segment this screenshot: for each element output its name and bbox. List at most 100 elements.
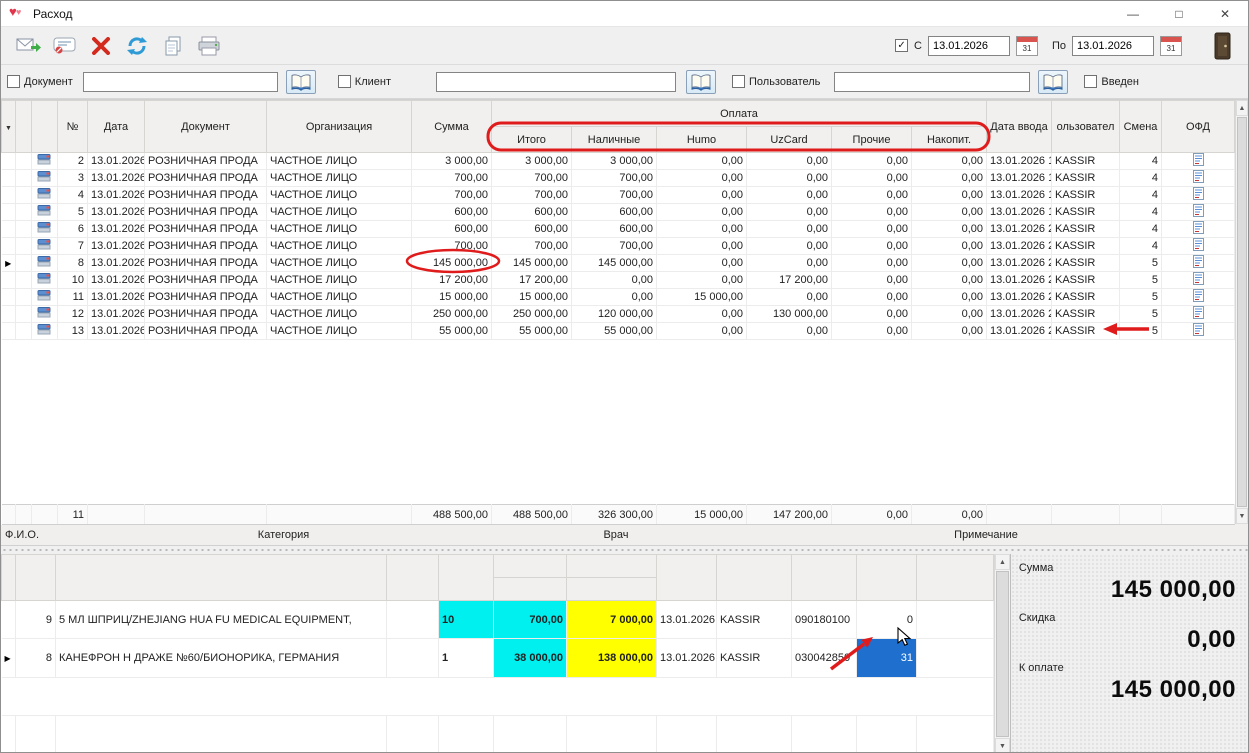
cell-summa[interactable]: 3 000,00 xyxy=(412,153,492,170)
table-row[interactable]: ▶ 12 13.01.2026 РОЗНИЧНАЯ ПРОДА xyxy=(2,306,1235,323)
cell-uzcard[interactable]: 0,00 xyxy=(747,170,832,187)
cell-check[interactable] xyxy=(16,238,32,255)
cell-doc[interactable]: РОЗНИЧНАЯ ПРОДА xyxy=(145,306,267,323)
cell-cash[interactable]: 700,00 xyxy=(572,187,657,204)
cell-humo[interactable]: 0,00 xyxy=(657,306,747,323)
cell-nakopit[interactable]: 0,00 xyxy=(912,204,987,221)
cell-uzcard[interactable]: 0,00 xyxy=(747,187,832,204)
cell-user[interactable]: KASSIR xyxy=(1052,289,1120,306)
table-row[interactable]: ▶ 8 13.01.2026 РОЗНИЧНАЯ ПРОДА Ч xyxy=(2,255,1235,272)
cell-humo[interactable]: 0,00 xyxy=(657,204,747,221)
cell-other[interactable]: 0,00 xyxy=(832,187,912,204)
cell-itogo[interactable]: 700,00 xyxy=(492,187,572,204)
cell-check[interactable] xyxy=(16,187,32,204)
client-filter-input[interactable] xyxy=(436,72,676,92)
table-row[interactable]: ▶ 3 13.01.2026 РОЗНИЧНАЯ ПРОДА Ч xyxy=(2,170,1235,187)
scroll-down-button[interactable]: ▼ xyxy=(1236,508,1248,524)
cell-humo[interactable]: 0,00 xyxy=(657,272,747,289)
cell-summa[interactable]: 250 000,00 xyxy=(412,306,492,323)
cell-qty[interactable]: 10 xyxy=(439,601,494,639)
cell-user[interactable]: KASSIR xyxy=(717,639,792,677)
cell-date[interactable]: 13.01.2026 xyxy=(88,272,145,289)
cell-itogo[interactable]: 600,00 xyxy=(492,221,572,238)
cell-date[interactable]: 13.01.2026 xyxy=(88,255,145,272)
cell-summa[interactable]: 700,00 xyxy=(412,187,492,204)
cell-org[interactable]: ЧАСТНОЕ ЛИЦО xyxy=(267,255,412,272)
cell-uzcard[interactable]: 130 000,00 xyxy=(747,306,832,323)
cell-sum[interactable]: 138 000,00 xyxy=(567,639,657,677)
items-header-price-sub[interactable] xyxy=(494,578,567,601)
cell-num[interactable]: 2 xyxy=(58,153,88,170)
column-header-summa[interactable]: Сумма xyxy=(412,101,492,153)
cell-itogo[interactable]: 700,00 xyxy=(492,170,572,187)
cell-num[interactable]: 13 xyxy=(58,323,88,340)
column-header-doc[interactable]: Документ xyxy=(145,101,267,153)
cell-date[interactable]: 13.01.2026 xyxy=(88,221,145,238)
cell-num[interactable]: 6 xyxy=(58,221,88,238)
cell-nakopit[interactable]: 0,00 xyxy=(912,238,987,255)
column-header-num[interactable]: № xyxy=(58,101,88,153)
date-from-calendar-button[interactable]: 31 xyxy=(1016,36,1038,56)
cell-num[interactable]: 4 xyxy=(58,187,88,204)
table-row[interactable]: ▶ 10 13.01.2026 РОЗНИЧНАЯ ПРОДА xyxy=(2,272,1235,289)
cell-other[interactable]: 0,00 xyxy=(832,204,912,221)
cell-ofd[interactable] xyxy=(1162,204,1235,221)
cell-itogo[interactable]: 17 200,00 xyxy=(492,272,572,289)
column-header-ofd[interactable]: ОФД xyxy=(1162,101,1235,153)
scroll-up-button[interactable]: ▲ xyxy=(995,554,1010,570)
cell-doc[interactable]: РОЗНИЧНАЯ ПРОДА xyxy=(145,153,267,170)
document-lookup-button[interactable] xyxy=(286,70,316,94)
cell-summa[interactable]: 15 000,00 xyxy=(412,289,492,306)
cell-entered[interactable]: 13.01.2026 1! xyxy=(987,204,1052,221)
cell-itogo[interactable]: 145 000,00 xyxy=(492,255,572,272)
cell-mx[interactable] xyxy=(917,601,994,639)
cell-itogo[interactable]: 700,00 xyxy=(492,238,572,255)
scroll-up-button[interactable]: ▲ xyxy=(1236,100,1248,116)
cell-uzcard[interactable]: 0,00 xyxy=(747,323,832,340)
cell-num[interactable]: 12 xyxy=(58,306,88,323)
cell-price[interactable]: 38 000,00 xyxy=(494,639,567,677)
cell-doc[interactable]: РОЗНИЧНАЯ ПРОДА xyxy=(145,238,267,255)
cell-nakopit[interactable]: 0,00 xyxy=(912,289,987,306)
cell-cash[interactable]: 0,00 xyxy=(572,272,657,289)
cell-entered[interactable]: 13.01.2026 2( xyxy=(987,238,1052,255)
cell-itogo[interactable]: 600,00 xyxy=(492,204,572,221)
cell-num[interactable]: 7 xyxy=(58,238,88,255)
cell-entered[interactable]: 13.01.2026 2( xyxy=(987,323,1052,340)
cell-date[interactable]: 13.01.2026 xyxy=(88,170,145,187)
cell-shift[interactable]: 5 xyxy=(1120,289,1162,306)
cell-ofd[interactable] xyxy=(1162,238,1235,255)
cell-doc[interactable]: РОЗНИЧНАЯ ПРОДА xyxy=(145,323,267,340)
cell-nakopit[interactable]: 0,00 xyxy=(912,221,987,238)
cell-check[interactable] xyxy=(16,289,32,306)
close-button[interactable]: ✕ xyxy=(1202,1,1248,26)
cell-doc[interactable]: РОЗНИЧНАЯ ПРОДА xyxy=(145,221,267,238)
cell-entered[interactable]: 13.01.2026 xyxy=(657,601,717,639)
cell-entered[interactable]: 13.01.2026 1! xyxy=(987,153,1052,170)
cell-price[interactable]: 700,00 xyxy=(494,601,567,639)
cell-humo[interactable]: 0,00 xyxy=(657,238,747,255)
cell-shift[interactable]: 5 xyxy=(1120,272,1162,289)
cell-other[interactable]: 0,00 xyxy=(832,221,912,238)
items-grid-scrollbar[interactable]: ▲ ▼ xyxy=(994,554,1010,753)
items-header-series[interactable] xyxy=(387,555,439,601)
scroll-thumb[interactable] xyxy=(1237,117,1247,507)
cell-id[interactable]: 8 xyxy=(16,639,56,677)
cell-cash[interactable]: 145 000,00 xyxy=(572,255,657,272)
cell-cash[interactable]: 0,00 xyxy=(572,289,657,306)
cell-series[interactable] xyxy=(387,601,439,639)
cell-nakopit[interactable]: 0,00 xyxy=(912,170,987,187)
cell-doc[interactable]: РОЗНИЧНАЯ ПРОДА xyxy=(145,289,267,306)
cell-user[interactable]: KASSIR xyxy=(1052,255,1120,272)
items-header-qty[interactable] xyxy=(439,555,494,601)
cell-user[interactable]: KASSIR xyxy=(1052,170,1120,187)
cell-cash[interactable]: 700,00 xyxy=(572,238,657,255)
cell-uzcard[interactable]: 17 200,00 xyxy=(747,272,832,289)
cell-entered[interactable]: 13.01.2026 xyxy=(657,639,717,677)
cell-org[interactable]: ЧАСТНОЕ ЛИЦО xyxy=(267,306,412,323)
cell-doc[interactable]: РОЗНИЧНАЯ ПРОДА xyxy=(145,187,267,204)
cell-shift[interactable]: 5 xyxy=(1120,255,1162,272)
cell-user[interactable]: KASSIR xyxy=(1052,238,1120,255)
cell-ofd[interactable] xyxy=(1162,187,1235,204)
cell-name[interactable]: КАНЕФРОН Н ДРАЖЕ №60/БИОНОРИКА, ГЕРМАНИЯ xyxy=(56,639,387,677)
